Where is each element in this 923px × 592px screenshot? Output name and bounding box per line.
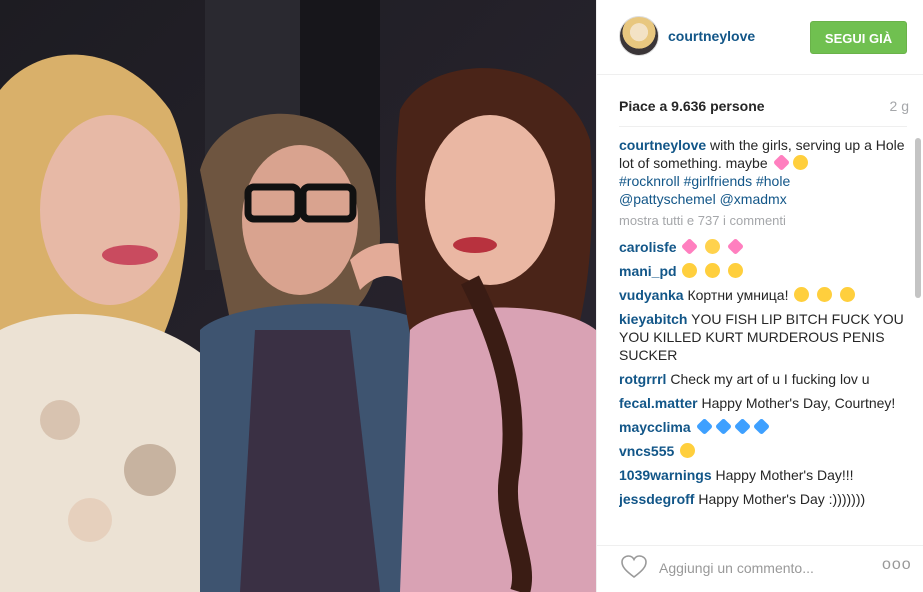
heart-icon	[681, 238, 699, 255]
comment-footer: Aggiungi un commento... ooo	[597, 545, 923, 592]
comment-text: Happy Mother's Day, Courtney!	[697, 395, 896, 411]
kiss-face-icon	[817, 287, 833, 302]
hashtag-rocknroll[interactable]: #rocknroll	[619, 173, 680, 189]
hashtag-hole[interactable]: #hole	[756, 173, 790, 189]
blue-heart-icon	[733, 418, 751, 435]
disappointed-face-icon	[705, 239, 721, 254]
heart-eyes-icon	[794, 287, 810, 302]
photo-illustration	[0, 0, 596, 592]
show-all-comments-link[interactable]: mostra tutti e 737 i commenti	[619, 212, 911, 230]
comment-user[interactable]: carolisfe	[619, 239, 677, 255]
heart-eyes-icon	[705, 263, 721, 278]
grin-icon	[792, 155, 808, 170]
comment-item: kieyabitch YOU FISH LIP BITCH FUCK YOU Y…	[619, 310, 911, 364]
username-link[interactable]: courtneylove	[668, 28, 755, 44]
comment-user[interactable]: mani_pd	[619, 263, 677, 279]
comment-item: vudyanka Кортни умница!	[619, 286, 911, 304]
comment-user[interactable]: vudyanka	[619, 287, 684, 303]
comment-user[interactable]: jessdegroff	[619, 491, 694, 507]
heart-icon	[727, 238, 745, 255]
more-options-icon[interactable]: ooo	[882, 556, 912, 574]
heart-eyes-icon	[682, 263, 698, 278]
comment-user[interactable]: vncs555	[619, 443, 674, 459]
post-header: courtneylove SEGUI GIÀ	[597, 0, 923, 75]
comment-user[interactable]: kieyabitch	[619, 311, 687, 327]
comment-user[interactable]: fecal.matter	[619, 395, 698, 411]
post-age[interactable]: 2 g	[890, 98, 909, 114]
post-sidebar: courtneylove SEGUI GIÀ Piace a 9.636 per…	[596, 0, 923, 592]
comment-text: Кортни умница!	[683, 287, 789, 303]
sunglasses-face-icon	[840, 287, 856, 302]
caption: courtneylove with the girls, serving up …	[619, 136, 911, 208]
following-button[interactable]: SEGUI GIÀ	[810, 21, 907, 54]
comment-item: maycclima	[619, 418, 911, 436]
smile-icon	[680, 443, 696, 458]
comment-text: Happy Mother's Day :)))))))	[694, 491, 866, 507]
mention-xmadmx[interactable]: @xmadmx	[720, 191, 787, 207]
hashtag-girlfriends[interactable]: #girlfriends	[684, 173, 752, 189]
avatar[interactable]	[619, 16, 659, 56]
comment-item: 1039warnings Happy Mother's Day!!!	[619, 466, 911, 484]
blue-heart-icon	[695, 418, 713, 435]
blue-heart-icon	[714, 418, 732, 435]
comment-item: vncs555	[619, 442, 911, 460]
caption-user[interactable]: courtneylove	[619, 137, 706, 153]
comment-items: carolisfe mani_pd vudyanka Кортни умница…	[619, 238, 911, 508]
comment-item: mani_pd	[619, 262, 911, 280]
comment-user[interactable]: rotgrrrl	[619, 371, 666, 387]
mention-pattyschemel[interactable]: @pattyschemel	[619, 191, 716, 207]
comment-item: carolisfe	[619, 238, 911, 256]
sparkling-heart-icon	[772, 154, 790, 171]
likes-count[interactable]: Piace a 9.636 persone	[619, 98, 765, 114]
comment-user[interactable]: 1039warnings	[619, 467, 712, 483]
comment-user[interactable]: maycclima	[619, 419, 691, 435]
comment-text: Happy Mother's Day!!!	[711, 467, 854, 483]
like-heart-icon[interactable]	[621, 555, 647, 579]
comment-item: fecal.matter Happy Mother's Day, Courtne…	[619, 394, 911, 412]
divider	[619, 126, 907, 127]
likes-row: Piace a 9.636 persone 2 g	[619, 98, 909, 118]
comment-text: Check my art of u I fucking lov u	[666, 371, 870, 387]
comment-item: jessdegroff Happy Mother's Day :)))))))	[619, 490, 911, 508]
comment-item: rotgrrrl Check my art of u I fucking lov…	[619, 370, 911, 388]
heart-eyes-icon	[728, 263, 744, 278]
post-photo[interactable]	[0, 0, 596, 592]
blue-heart-icon	[752, 418, 770, 435]
comments-list: courtneylove with the girls, serving up …	[619, 136, 911, 532]
add-comment-input[interactable]: Aggiungi un commento...	[659, 560, 814, 576]
comments-scrollbar[interactable]	[915, 138, 921, 298]
